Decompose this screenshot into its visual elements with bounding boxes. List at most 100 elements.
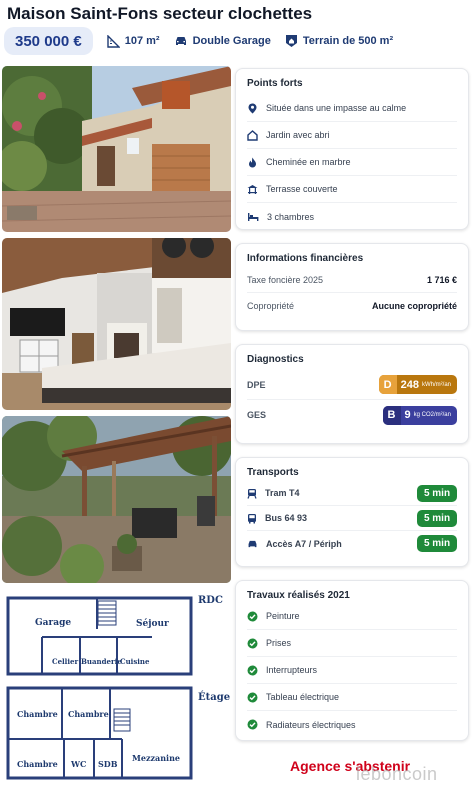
ges-class: B [382, 405, 401, 425]
finance-title: Informations financières [247, 253, 364, 264]
room-chambre-2: Chambre [68, 709, 109, 719]
highlight-label: Cheminée en marbre [266, 157, 351, 167]
price-badge: 350 000 € [4, 27, 93, 55]
diagnostics-card: Diagnostics DPE D 248 kWh/m²/an GES B 9 kg… [235, 344, 469, 444]
work-label: Tableau électrique [266, 692, 340, 702]
listing-meta-bar: 350 000 € 107 m² Double Garage Terrain d… [4, 27, 470, 55]
highlight-item: Terrasse couverte [247, 176, 457, 203]
work-label: Interrupteurs [266, 665, 318, 675]
ges-badge: B 9 kg CO2/m²/an [382, 405, 457, 425]
check-circle-icon [247, 692, 258, 702]
transport-label: Tram T4 [265, 488, 300, 498]
dpe-value-wrap: 248 kWh/m²/an [397, 375, 457, 394]
transport-item: Bus 64 93 5 min [247, 506, 457, 531]
highlights-card: Points forts Située dans une impasse au … [235, 68, 469, 230]
listing-title: Maison Saint-Fons secteur clochettes [7, 4, 313, 23]
transport-time-badge: 5 min [417, 535, 457, 552]
finance-value: Aucune copropriété [371, 300, 457, 311]
garage-text: Double Garage [192, 35, 271, 47]
flame-icon [249, 157, 256, 167]
location-pin-icon [248, 103, 257, 113]
check-circle-icon [247, 665, 258, 675]
dpe-badge: D 248 kWh/m²/an [378, 375, 457, 394]
work-label: Peinture [266, 611, 300, 621]
floor-plan[interactable]: RDC Étage Garage Séjour Cellier Buanderi… [2, 589, 231, 785]
highlight-label: Jardin avec abri [266, 130, 330, 140]
transport-item: Tram T4 5 min [247, 481, 457, 506]
transport-label: Bus 64 93 [265, 513, 308, 523]
room-mezzanine: Mezzanine [132, 753, 180, 763]
leboncoin-watermark: leboncoin [356, 764, 438, 784]
dpe-unit: kWh/m²/an [421, 381, 451, 388]
photo-exterior[interactable] [2, 66, 231, 232]
room-cellier: Cellier [52, 657, 78, 666]
finance-row: Copropriété Aucune copropriété [247, 293, 457, 318]
floorplan-label-etage: Étage [198, 691, 230, 703]
highlight-item: Cheminée en marbre [247, 149, 457, 176]
garage-info: Double Garage [174, 35, 271, 47]
photo-terrace[interactable] [2, 416, 231, 583]
transport-label: Accès A7 / Périph [266, 538, 342, 549]
ges-value-wrap: 9 kg CO2/m²/an [401, 406, 457, 425]
car-icon [175, 37, 186, 45]
highlights-title: Points forts [247, 78, 303, 89]
room-sejour: Séjour [136, 618, 169, 629]
ges-label: GES [247, 410, 267, 420]
highlight-item: Jardin avec abri [247, 122, 457, 149]
dpe-label: DPE [247, 379, 266, 390]
work-item: Peinture [247, 603, 457, 630]
finance-value: 1 716 € [426, 275, 457, 285]
terrace-icon [247, 184, 258, 194]
photo-living-room[interactable] [2, 238, 231, 410]
check-circle-icon [247, 719, 258, 730]
room-wc: WC [70, 759, 86, 769]
room-chambre-1: Chambre [17, 709, 58, 719]
work-item: Interrupteurs [247, 657, 457, 684]
works-title: Travaux réalisés 2021 [247, 590, 350, 601]
room-chambre-3: Chambre [17, 759, 58, 769]
check-circle-icon [247, 611, 258, 621]
transports-card: Transports Tram T4 5 min Bus 64 93 5 min… [235, 457, 469, 567]
surface-info: 107 m² [107, 34, 160, 48]
highlight-label: 3 chambres [267, 211, 315, 222]
finance-label: Taxe foncière 2025 [247, 275, 324, 285]
finance-label: Copropriété [247, 300, 295, 311]
work-label: Prises [266, 638, 292, 648]
work-item: Prises [247, 630, 457, 657]
highlight-item: 3 chambres [247, 203, 457, 230]
bed-icon [248, 213, 259, 221]
land-icon [285, 35, 297, 47]
ges-value: 9 [404, 409, 411, 421]
highlight-item: Située dans une impasse au calme [247, 95, 457, 122]
work-item: Tableau électrique [247, 684, 457, 711]
photo-gallery: RDC Étage Garage Séjour Cellier Buanderi… [2, 66, 231, 791]
dpe-value: 248 [400, 378, 419, 391]
room-sdb: SDB [98, 759, 118, 769]
ruler-icon [107, 34, 120, 48]
works-card: Travaux réalisés 2021 Peinture Prises In… [235, 580, 469, 741]
terrain-info: Terrain de 500 m² [285, 34, 393, 48]
highlight-label: Située dans une impasse au calme [266, 103, 407, 113]
car-icon [248, 540, 257, 547]
transport-item: Accès A7 / Périph 5 min [247, 531, 457, 556]
ges-row: GES B 9 kg CO2/m²/an [247, 400, 457, 430]
ges-unit: kg CO2/m²/an [413, 412, 451, 418]
terrain-text: Terrain de 500 m² [302, 35, 394, 47]
room-cuisine: Cuisine [120, 657, 150, 666]
transports-title: Transports [247, 467, 299, 478]
finance-row: Taxe foncière 2025 1 716 € [247, 268, 457, 293]
work-label: Radiateurs électriques [266, 719, 356, 730]
finance-card: Informations financières Taxe foncière 2… [235, 243, 469, 331]
floorplan-label-rdc: RDC [198, 595, 223, 606]
transport-time-badge: 5 min [417, 484, 457, 502]
surface-text: 107 m² [124, 35, 160, 47]
dpe-class: D [378, 375, 397, 394]
bus-icon [248, 513, 256, 523]
transport-time-badge: 5 min [417, 509, 457, 527]
check-circle-icon [247, 638, 258, 648]
highlight-label: Terrasse couverte [266, 184, 338, 194]
dpe-row: DPE D 248 kWh/m²/an [247, 370, 457, 400]
work-item: Radiateurs électriques [247, 711, 457, 738]
diagnostics-title: Diagnostics [247, 354, 304, 365]
tram-icon [247, 488, 257, 499]
